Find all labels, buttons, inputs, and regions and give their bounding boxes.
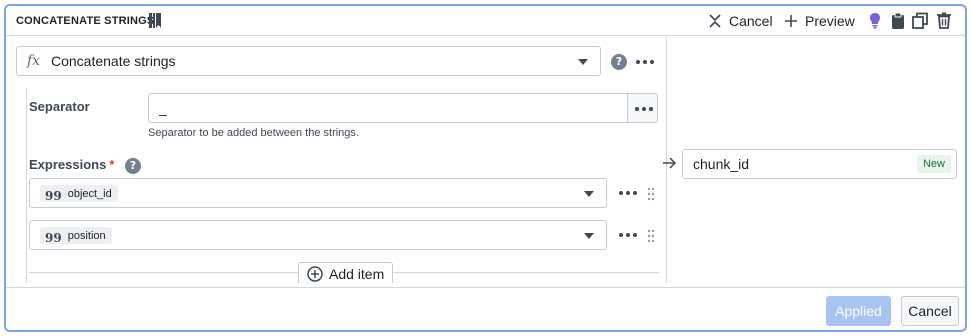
expression-select[interactable]: 99 object_id <box>29 178 607 208</box>
header-preview-label: Preview <box>805 13 855 29</box>
close-icon <box>709 14 721 28</box>
clipboard-icon[interactable] <box>890 12 906 29</box>
board-footer: Applied Cancel <box>6 287 965 330</box>
header-preview-button[interactable]: Preview <box>785 11 855 31</box>
expression-more-button[interactable] <box>619 191 637 195</box>
separator-helper-text: Separator to be added between the string… <box>148 127 359 139</box>
add-item-label: Add item <box>329 265 385 282</box>
function-editor-pane: fx Concatenate strings ? Separator Separ… <box>6 37 667 283</box>
lightbulb-icon[interactable] <box>867 12 883 29</box>
add-item-button[interactable]: Add item <box>298 262 394 283</box>
header-cancel-label: Cancel <box>729 13 773 29</box>
chevron-down-icon <box>584 191 594 197</box>
function-name: Concatenate strings <box>51 53 176 69</box>
transform-board: CONCATENATE STRINGS Cancel Preview fx Co… <box>4 4 967 332</box>
required-mark: * <box>109 157 115 172</box>
string-quote-icon: 99 <box>45 188 62 203</box>
plus-icon <box>785 15 797 27</box>
more-icon <box>635 107 653 111</box>
arguments-section: Separator Separator to be added between … <box>26 89 666 283</box>
cancel-button[interactable]: Cancel <box>901 296 959 326</box>
drag-handle-icon[interactable] <box>647 229 655 243</box>
header-cancel-button[interactable]: Cancel <box>709 11 773 31</box>
column-name: object_id <box>67 187 112 200</box>
expressions-help-icon[interactable]: ? <box>125 158 141 174</box>
expression-more-button[interactable] <box>619 233 637 237</box>
expressions-label-text: Expressions <box>29 157 107 172</box>
board-title: CONCATENATE STRINGS <box>16 15 155 27</box>
column-tag: 99 object_id <box>40 185 118 203</box>
expressions-label: Expressions * <box>29 157 114 172</box>
book-icon[interactable] <box>149 13 161 28</box>
board-header: CONCATENATE STRINGS Cancel Preview <box>6 6 965 36</box>
new-badge: New <box>916 155 951 173</box>
applied-button[interactable]: Applied <box>826 296 891 326</box>
output-column-name: chunk_id <box>693 156 750 172</box>
arrow-right-icon <box>663 157 677 169</box>
add-circle-icon <box>307 265 323 282</box>
column-tag: 99 position <box>40 227 112 245</box>
trash-icon[interactable] <box>936 12 952 29</box>
duplicate-icon[interactable] <box>912 12 928 29</box>
column-name: position <box>67 229 106 242</box>
string-quote-icon: 99 <box>45 230 62 245</box>
output-column-field[interactable]: chunk_id New <box>682 149 957 179</box>
function-icon: fx <box>27 53 41 69</box>
separator-more-button[interactable] <box>627 93 658 123</box>
expression-select[interactable]: 99 position <box>29 220 607 250</box>
function-help-icon[interactable]: ? <box>611 54 627 70</box>
function-select[interactable]: fx Concatenate strings <box>16 46 601 76</box>
drag-handle-icon[interactable] <box>647 187 655 201</box>
function-more-button[interactable] <box>636 60 654 64</box>
separator-label: Separator <box>29 99 90 114</box>
chevron-down-icon <box>578 59 588 65</box>
separator-input[interactable] <box>148 93 628 123</box>
chevron-down-icon <box>584 233 594 239</box>
